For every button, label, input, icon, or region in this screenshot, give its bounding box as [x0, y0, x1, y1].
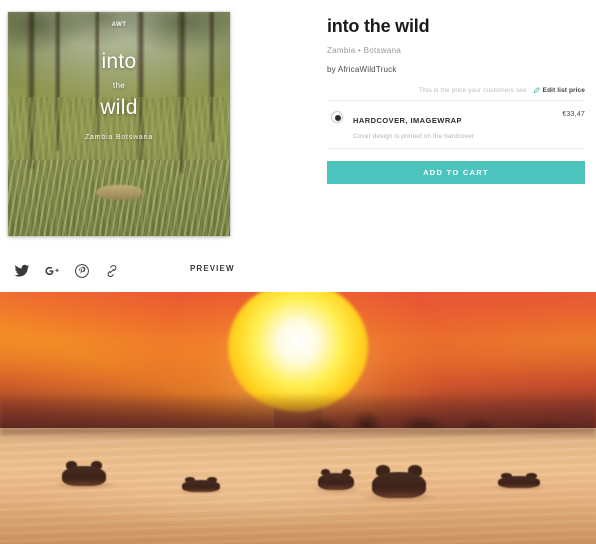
format-option-row[interactable]: HARDCOVER, IMAGEWRAP Cover design is pri…	[327, 101, 585, 148]
format-option-description: Cover design is printed on the hardcover	[353, 132, 475, 140]
page-title: into the wild	[327, 16, 430, 36]
edit-list-price-label: Edit list price	[542, 86, 585, 94]
hippo	[360, 465, 438, 503]
hippo	[310, 468, 362, 493]
hippo	[488, 472, 550, 490]
product-byline: by AfricaWildTruck	[327, 64, 397, 74]
format-option-price: €33,47	[562, 110, 585, 118]
link-icon[interactable]	[104, 263, 120, 279]
cover-title-line-3: wild	[100, 96, 138, 119]
share-bar: PREVIEW	[0, 252, 596, 290]
far-bank	[0, 428, 596, 439]
product-subtitle: Zambia • Botswana	[327, 45, 402, 55]
format-option-text: HARDCOVER, IMAGEWRAP Cover design is pri…	[353, 110, 552, 140]
cover-title-line-2: the	[112, 81, 126, 90]
hero-photo	[0, 292, 596, 544]
social-icon-group	[14, 263, 120, 279]
cover-text-block: AWT into the wild Zambia Botswana	[8, 12, 230, 236]
preview-button[interactable]: PREVIEW	[190, 264, 235, 273]
format-option-name: HARDCOVER, IMAGEWRAP	[353, 115, 463, 125]
edit-list-price-link[interactable]: Edit list price	[533, 87, 585, 94]
twitter-icon[interactable]	[14, 263, 30, 279]
cover-subtitle: Zambia Botswana	[84, 134, 154, 141]
hippo	[52, 460, 116, 490]
hippo	[173, 476, 229, 494]
product-info: into the wild Zambia • Botswana by Afric…	[327, 16, 585, 184]
add-to-cart-button[interactable]: ADD TO CART	[327, 160, 585, 184]
price-note-text: This is the price your customers see	[419, 86, 527, 94]
format-radio-hardcover[interactable]	[331, 110, 343, 123]
product-page: AWT into the wild Zambia Botswana into t…	[0, 0, 596, 544]
price-note-row: This is the price your customers see Edi…	[327, 87, 585, 94]
cover-title-line-1: into	[101, 50, 137, 73]
divider-bottom	[327, 147, 585, 149]
cover-logo: AWT	[111, 22, 127, 28]
pencil-icon	[533, 86, 540, 93]
product-area: AWT into the wild Zambia Botswana into t…	[0, 0, 596, 292]
google-plus-icon[interactable]	[44, 263, 60, 279]
pinterest-icon[interactable]	[74, 263, 90, 279]
book-cover-thumbnail[interactable]: AWT into the wild Zambia Botswana	[8, 12, 230, 236]
